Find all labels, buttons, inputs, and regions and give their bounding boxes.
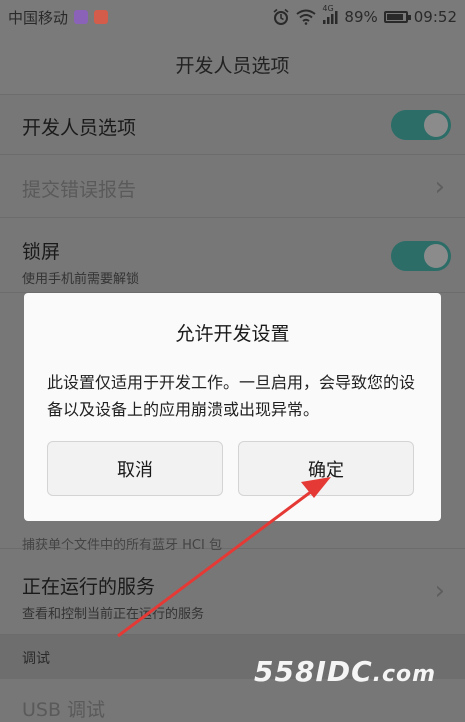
page-title: 开发人员选项 bbox=[0, 34, 465, 95]
lock-screen-label: 锁屏 bbox=[22, 241, 61, 263]
dev-options-toggle[interactable] bbox=[391, 110, 451, 140]
running-services-label: 正在运行的服务 bbox=[22, 576, 156, 598]
watermark-suffix: .com bbox=[372, 662, 437, 687]
dialog-message: 此设置仅适用于开发工作。一旦启用，会导致您的设备以及设备上的应用崩溃或出现异常。 bbox=[47, 373, 416, 419]
battery-percent: 89% bbox=[344, 8, 378, 26]
network-type-label: 4G bbox=[322, 4, 334, 13]
status-bar: 中国移动 4G 89% 09:52 bbox=[0, 0, 465, 34]
confirm-button[interactable]: 确定 bbox=[238, 441, 414, 496]
chevron-right-icon: › bbox=[434, 576, 445, 606]
bug-report-row[interactable]: 提交错误报告 › bbox=[0, 156, 465, 218]
bug-report-label: 提交错误报告 bbox=[22, 179, 137, 201]
dev-options-row[interactable]: 开发人员选项 bbox=[0, 95, 465, 155]
gallery-notify-icon bbox=[74, 10, 89, 24]
dev-options-label: 开发人员选项 bbox=[22, 117, 137, 139]
toggle-knob bbox=[424, 244, 448, 268]
chevron-right-icon: › bbox=[434, 172, 445, 202]
running-services-row[interactable]: 正在运行的服务 查看和控制当前正在运行的服务 › bbox=[0, 550, 465, 635]
watermark-main: 558IDC bbox=[254, 655, 373, 688]
toggle-knob bbox=[424, 113, 448, 137]
wifi-icon bbox=[296, 9, 317, 25]
lock-screen-toggle[interactable] bbox=[391, 241, 451, 271]
lock-screen-subtitle: 使用手机前需要解锁 bbox=[22, 272, 140, 287]
cell-signal-icon: 4G bbox=[322, 4, 338, 24]
cancel-button[interactable]: 取消 bbox=[47, 441, 223, 496]
carrier-name: 中国移动 bbox=[8, 8, 69, 27]
alarm-icon bbox=[273, 8, 289, 25]
dialog-title: 允许开发设置 bbox=[175, 323, 290, 345]
allow-dev-settings-dialog: 允许开发设置 此设置仅适用于开发工作。一旦启用，会导致您的设备以及设备上的应用崩… bbox=[24, 293, 441, 521]
app-notify-icon bbox=[94, 10, 109, 24]
usb-debug-label: USB 调试 bbox=[22, 699, 106, 721]
clock: 09:52 bbox=[413, 8, 457, 26]
lock-screen-row[interactable]: 锁屏 使用手机前需要解锁 bbox=[0, 219, 465, 293]
running-services-subtitle: 查看和控制当前正在运行的服务 bbox=[22, 607, 205, 622]
battery-icon bbox=[383, 11, 411, 23]
watermark: 558IDC.com bbox=[254, 655, 436, 688]
